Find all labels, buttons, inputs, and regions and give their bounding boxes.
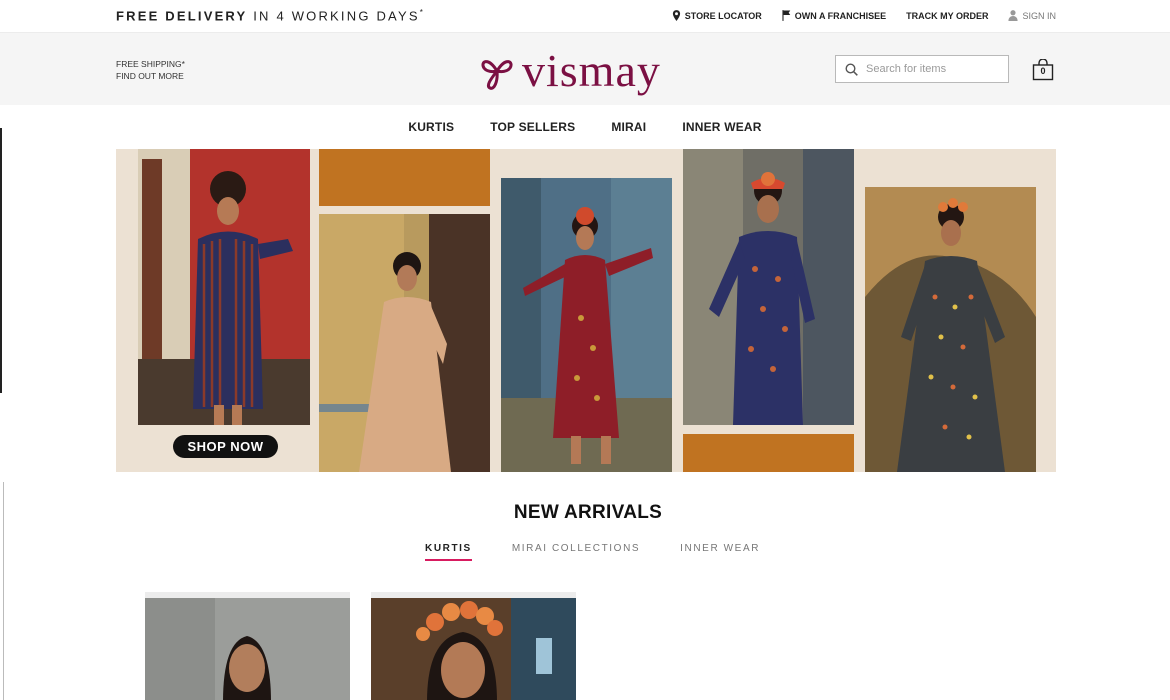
banner-photo-red-dress [501,178,672,472]
sign-in-label: SIGN IN [1022,10,1056,21]
shop-now-button[interactable]: SHOP NOW [173,435,278,458]
search-box[interactable] [835,55,1009,83]
promo-bold-text: FREE DELIVERY [116,8,248,24]
site-header: FREE SHIPPING* FIND OUT MORE vismay 0 [0,33,1170,105]
promo-light-text: IN 4 WORKING DAYS [253,8,420,24]
banner-photo-grey-printed-kurta [865,187,1036,472]
product-card[interactable] [145,592,350,700]
main-nav: KURTIS TOP SELLERS MIRAI INNER WEAR [0,105,1170,149]
logo-mark-icon [481,60,513,90]
logo-wordmark: vismay [522,45,661,96]
new-arrivals-tabs: KURTIS MIRAI COLLECTIONS INNER WEAR [425,543,760,561]
banner-color-swatch-top [319,149,490,206]
delivery-promo: FREE DELIVERY IN 4 WORKING DAYS* [116,8,425,23]
tab-inner-wear[interactable]: INNER WEAR [680,543,760,554]
product-card[interactable] [371,592,576,700]
nav-item-mirai[interactable]: MIRAI [611,120,646,134]
track-order-link[interactable]: TRACK MY ORDER [906,10,988,21]
tab-mirai-collections[interactable]: MIRAI COLLECTIONS [512,543,640,554]
banner-color-swatch-bottom [683,434,854,472]
banner-photo-striped-kurta [138,149,310,425]
vismay-logo[interactable]: vismay [480,46,695,96]
nav-item-top-sellers[interactable]: TOP SELLERS [490,120,575,134]
flag-icon [782,10,791,21]
hero-banner[interactable]: SHOP NOW [116,149,1056,472]
free-shipping-text: FREE SHIPPING* [116,59,185,69]
cart-count: 0 [1040,66,1046,76]
free-shipping-info[interactable]: FREE SHIPPING* FIND OUT MORE [116,58,185,82]
tab-kurtis[interactable]: KURTIS [425,543,472,561]
store-locator-link[interactable]: STORE LOCATOR [672,10,762,21]
cart-button[interactable]: 0 [1032,58,1056,83]
nav-item-kurtis[interactable]: KURTIS [408,120,454,134]
left-edge-divider [0,128,2,393]
new-arrivals-heading: NEW ARRIVALS [513,502,663,523]
own-franchisee-link[interactable]: OWN A FRANCHISEE [782,10,886,21]
user-icon [1008,10,1019,21]
own-franchisee-label: OWN A FRANCHISEE [794,10,887,21]
top-links: STORE LOCATOR OWN A FRANCHISEE TRACK MY … [672,10,1056,21]
map-pin-icon [672,10,680,21]
top-bar: FREE DELIVERY IN 4 WORKING DAYS* STORE L… [0,0,1170,33]
search-icon [845,62,858,76]
store-locator-label: STORE LOCATOR [684,10,762,21]
search-input[interactable] [866,63,996,75]
nav-item-inner-wear[interactable]: INNER WEAR [682,120,761,134]
promo-asterisk: * [419,8,426,17]
banner-photo-blue-printed-kurta [683,149,854,425]
banner-photo-beige-dress [319,214,490,472]
product-image [371,598,576,700]
find-out-more-link[interactable]: FIND OUT MORE [116,70,185,82]
track-order-label: TRACK MY ORDER [906,10,989,21]
sign-in-link[interactable]: SIGN IN [1008,10,1056,21]
product-image [145,598,350,700]
